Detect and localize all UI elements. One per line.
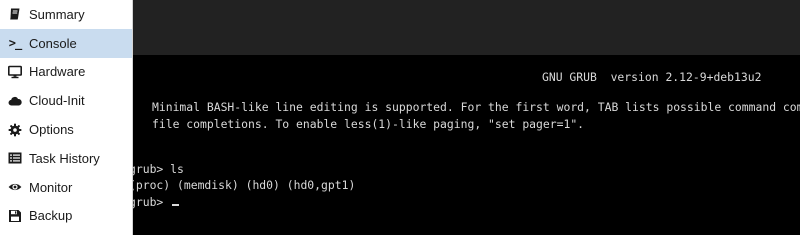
sidebar-item-label: Task History — [29, 150, 100, 166]
sidebar-item-task-history[interactable]: Task History — [0, 144, 132, 173]
terminal-prompt-icon: >_ — [8, 36, 22, 51]
grub-ls-output: (proc) (memdisk) (hd0) (hd0,gpt1) — [133, 178, 356, 192]
sidebar-item-label: Console — [29, 35, 77, 51]
sidebar-item-label: Summary — [29, 6, 85, 22]
grub-prompt-line-2: grub> — [133, 194, 180, 210]
book-icon — [7, 6, 23, 22]
eye-icon — [7, 179, 23, 195]
sidebar-item-cloud-init[interactable]: Cloud-Init — [0, 86, 132, 115]
grub-intro-line-2: file completions. To enable less(1)-like… — [152, 117, 585, 131]
cloud-icon — [7, 93, 23, 109]
sidebar-item-label: Cloud-Init — [29, 93, 85, 109]
grub-prompt-text: grub> — [133, 195, 171, 209]
grub-terminal[interactable]: GNU GRUB version 2.12-9+deb13u2 Minimal … — [133, 55, 800, 235]
sidebar-item-console[interactable]: >_ Console — [0, 28, 132, 58]
sidebar-item-label: Monitor — [29, 179, 73, 195]
console-viewport[interactable]: GNU GRUB version 2.12-9+deb13u2 Minimal … — [133, 0, 800, 235]
gear-icon — [7, 122, 23, 138]
sidebar-item-summary[interactable]: Summary — [0, 0, 132, 29]
sidebar-item-hardware[interactable]: Hardware — [0, 58, 132, 87]
grub-intro-line-1: Minimal BASH-like line editing is suppor… — [152, 100, 800, 114]
sidebar-nav: Summary >_ Console Hardware Cloud-Init O… — [0, 0, 133, 235]
sidebar-item-label: Backup — [29, 208, 73, 224]
list-icon — [7, 150, 23, 166]
sidebar-item-options[interactable]: Options — [0, 115, 132, 144]
app-root: Summary >_ Console Hardware Cloud-Init O… — [0, 0, 800, 235]
sidebar-item-label: Hardware — [29, 64, 86, 80]
sidebar-item-label: Options — [29, 122, 74, 138]
sidebar-item-backup[interactable]: Backup — [0, 202, 132, 231]
floppy-disk-icon — [7, 208, 23, 224]
text-cursor — [172, 204, 180, 206]
grub-version-header: GNU GRUB version 2.12-9+deb13u2 — [542, 70, 762, 84]
grub-prompt-line-1: grub> ls — [133, 162, 184, 176]
console-top-bar — [133, 0, 800, 55]
sidebar-item-monitor[interactable]: Monitor — [0, 173, 132, 202]
monitor-icon — [7, 64, 23, 80]
